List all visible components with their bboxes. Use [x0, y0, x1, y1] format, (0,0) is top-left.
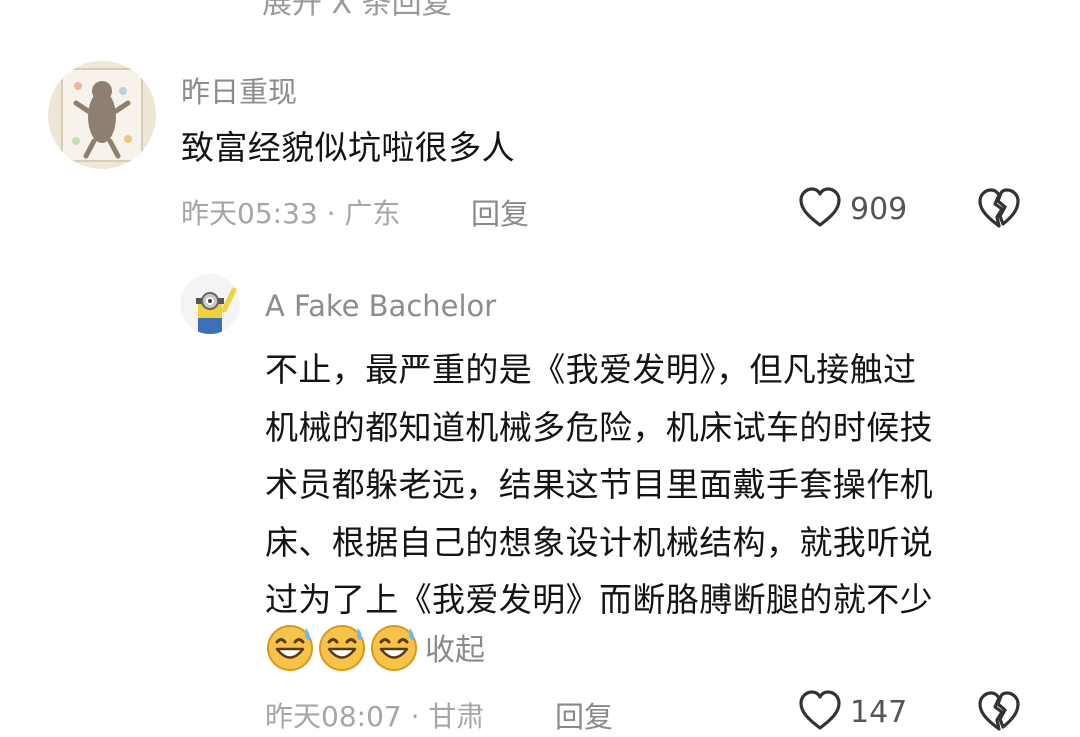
reply-button[interactable]: 回复: [471, 191, 529, 233]
expand-replies-text[interactable]: 展开 X 条回复: [262, 0, 452, 22]
comment-text-line: 床、根据自己的想象设计机械结构，就我听说: [265, 522, 933, 562]
avatar[interactable]: [48, 61, 156, 169]
broken-heart-icon: [976, 691, 1022, 737]
like-count: 909: [850, 191, 908, 227]
like-button[interactable]: 909: [798, 186, 907, 232]
comment-username[interactable]: 昨日重现: [181, 69, 297, 111]
dislike-button[interactable]: [976, 186, 1022, 234]
collapse-button[interactable]: 收起: [425, 625, 485, 669]
heart-icon: [798, 186, 842, 232]
comment-text-line: 机械的都知道机械多危险，机床试车的时候技: [265, 407, 933, 447]
sweat-smile-emoji-icon: [369, 622, 419, 672]
comment-text-line: 不止，最严重的是《我爱发明》，但凡接触过: [265, 350, 917, 389]
comment-text: 不止，最严重的是《我爱发明》，但凡接触过 机械的都知道机械多危险，机床试车的时候…: [265, 341, 933, 629]
comment-timestamp-location: 昨天08:07 · 甘肃: [265, 700, 485, 733]
heart-icon: [798, 689, 842, 735]
like-count: 147: [850, 694, 908, 730]
sweat-smile-emoji-icon: [317, 622, 367, 672]
comment-timestamp-location: 昨天05:33 · 广东: [181, 197, 401, 230]
reply-button[interactable]: 回复: [555, 694, 613, 736]
comment-username[interactable]: A Fake Bachelor: [265, 289, 496, 323]
dislike-button[interactable]: [976, 689, 1022, 737]
sweat-smile-emoji-icon: [265, 622, 315, 672]
avatar[interactable]: [180, 274, 240, 334]
comment-text-line: 过为了上《我爱发明》而断胳膊断腿的就不少: [265, 580, 933, 619]
like-button[interactable]: 147: [798, 689, 907, 735]
broken-heart-icon: [976, 188, 1022, 234]
comment-text: 致富经貌似坑啦很多人: [181, 128, 515, 167]
comment-text-line: 术员都躲老远，结果这节目里面戴手套操作机: [265, 465, 933, 504]
